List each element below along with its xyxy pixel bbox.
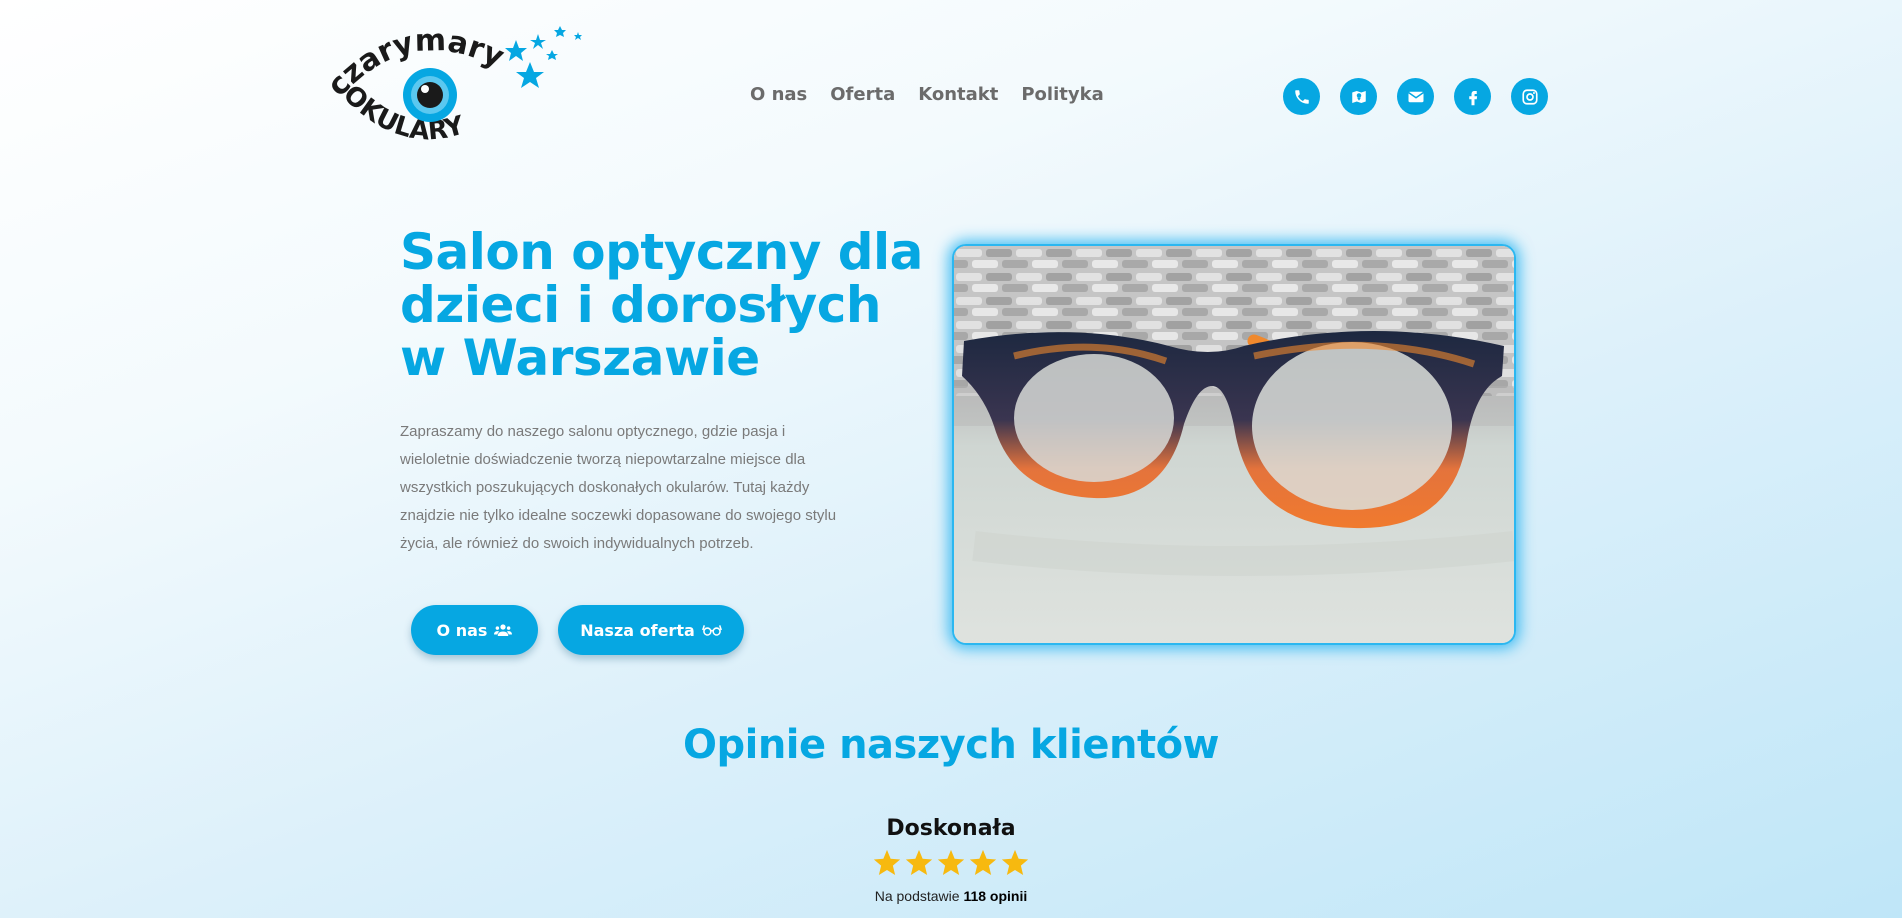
reviews-section-title: Opinie naszych klientów bbox=[682, 722, 1220, 768]
star-icon bbox=[905, 849, 933, 875]
nav-item-oferta[interactable]: Oferta bbox=[830, 84, 895, 105]
star-icon bbox=[1001, 849, 1029, 875]
hero-title-line: Salon optyczny dla bbox=[400, 223, 923, 281]
o-nas-button-label: O nas bbox=[436, 620, 488, 640]
social-links bbox=[1283, 78, 1548, 115]
instagram-icon[interactable] bbox=[1511, 78, 1548, 115]
reviews-count: Na podstawie 118 opinii bbox=[0, 888, 1902, 904]
site-header: czarymary OKULARY O nas Oferta Kontakt P… bbox=[0, 0, 1902, 190]
eye-icon bbox=[403, 68, 457, 122]
facebook-icon[interactable] bbox=[1454, 78, 1491, 115]
hero-title-line: w Warszawie bbox=[400, 329, 760, 387]
rating-label: Doskonała bbox=[886, 816, 1016, 841]
hero-title-line: dzieci i dorosłych bbox=[400, 276, 881, 334]
stars-decoration-icon bbox=[505, 26, 582, 88]
star-icon bbox=[969, 849, 997, 875]
star-icon bbox=[873, 849, 901, 875]
hero-title: Salon optyczny dla dzieci i dorosłych w … bbox=[400, 226, 930, 385]
reviews-count-value[interactable]: 118 opinii bbox=[963, 888, 1027, 904]
hero-photo-glasses bbox=[952, 244, 1516, 645]
nasza-oferta-button-label: Nasza oferta bbox=[580, 620, 695, 640]
reviews-count-prefix: Na podstawie bbox=[874, 888, 960, 904]
nav-item-o-nas[interactable]: O nas bbox=[750, 84, 807, 105]
o-nas-button[interactable]: O nas bbox=[411, 605, 538, 655]
nasza-oferta-button[interactable]: Nasza oferta bbox=[558, 605, 744, 655]
nav-item-kontakt[interactable]: Kontakt bbox=[918, 84, 998, 105]
nav-item-polityka[interactable]: Polityka bbox=[1021, 84, 1103, 105]
main-nav: O nas Oferta Kontakt Polityka bbox=[750, 84, 1104, 105]
star-icon bbox=[937, 849, 965, 875]
site-logo[interactable]: czarymary OKULARY bbox=[330, 18, 590, 158]
envelope-icon[interactable] bbox=[1397, 78, 1434, 115]
users-icon bbox=[494, 624, 513, 636]
map-icon[interactable] bbox=[1340, 78, 1377, 115]
glasses-icon bbox=[701, 625, 722, 636]
hero-description: Zapraszamy do naszego salonu optycznego,… bbox=[400, 423, 837, 552]
rating-stars bbox=[872, 848, 1030, 878]
phone-icon[interactable] bbox=[1283, 78, 1320, 115]
